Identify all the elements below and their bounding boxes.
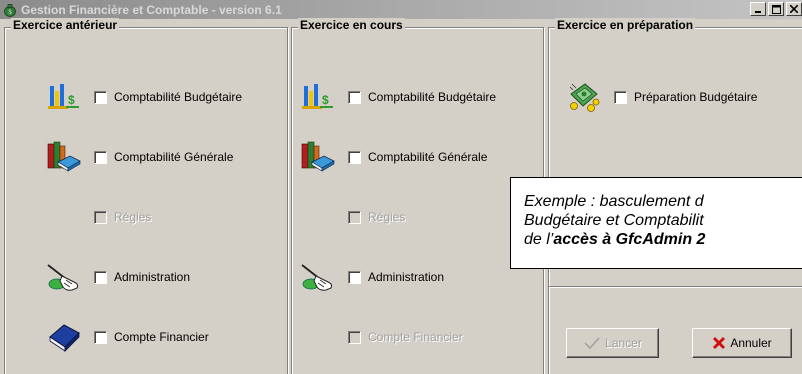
budget-chart-icon: $ xyxy=(296,77,340,117)
callout-line: Exemple : basculement d xyxy=(524,193,704,210)
option-label: Compte Financier xyxy=(114,330,209,344)
red-x-icon xyxy=(712,336,726,350)
callout-line: Budgétaire et Comptabilit xyxy=(524,212,704,229)
checkbox xyxy=(348,330,361,344)
svg-text:$: $ xyxy=(68,93,75,107)
option-label: Préparation Budgétaire xyxy=(634,90,758,104)
checkbox[interactable] xyxy=(348,270,361,284)
checkbox[interactable] xyxy=(94,330,107,344)
budget-chart-icon: $ xyxy=(42,77,86,117)
button-label: Annuler xyxy=(730,336,772,350)
option-label: Comptabilité Générale xyxy=(368,150,488,164)
books-icon xyxy=(42,137,86,177)
checkbox xyxy=(94,210,107,224)
option-administration[interactable]: Administration xyxy=(296,257,444,297)
option-label: Régies xyxy=(368,210,406,224)
option-label: Comptabilité Budgétaire xyxy=(114,90,243,104)
check-icon xyxy=(583,336,601,350)
separator xyxy=(549,286,802,288)
minimize-button[interactable] xyxy=(750,2,766,16)
launch-button: Lancer xyxy=(566,328,659,358)
maximize-button[interactable] xyxy=(768,2,784,16)
option-label: Compte Financier xyxy=(368,330,463,344)
checkbox[interactable] xyxy=(348,90,361,104)
option-regies: Régies xyxy=(42,197,151,237)
title-bar[interactable]: $ Gestion Financière et Comptable - vers… xyxy=(0,0,802,19)
pointing-hand-icon xyxy=(296,257,340,297)
svg-text:$: $ xyxy=(322,93,329,107)
option-label: Comptabilité Budgétaire xyxy=(368,90,497,104)
callout-line: de l’accès à GfcAdmin 2 xyxy=(524,230,802,249)
cancel-button[interactable]: Annuler xyxy=(692,328,792,358)
pointing-hand-icon xyxy=(42,257,86,297)
checkbox xyxy=(348,210,361,224)
blue-book-icon xyxy=(42,317,86,357)
option-compte-financier[interactable]: Compte Financier xyxy=(42,317,209,357)
button-label: Lancer xyxy=(605,336,642,350)
group-title: Exercice en cours xyxy=(298,18,405,32)
callout-bold-text: accès à GfcAdmin 2 xyxy=(553,231,706,248)
option-comptabilite-budgetaire[interactable]: $ Comptabilité Budgétaire xyxy=(296,77,496,117)
checkbox[interactable] xyxy=(614,90,627,104)
annotation-callout: Exemple : basculement d Budgétaire et Co… xyxy=(510,177,802,269)
option-compte-financier: Compte Financier xyxy=(296,317,463,357)
option-preparation-budgetaire[interactable]: Préparation Budgétaire xyxy=(562,77,757,117)
option-regies: Régies xyxy=(296,197,405,237)
option-label: Administration xyxy=(368,270,445,284)
option-administration[interactable]: Administration xyxy=(42,257,190,297)
close-icon xyxy=(790,5,798,13)
money-bag-icon: $ xyxy=(2,2,18,18)
books-icon xyxy=(296,137,340,177)
option-comptabilite-budgetaire[interactable]: $ Comptabilité Budgétaire xyxy=(42,77,242,117)
option-comptabilite-generale[interactable]: Comptabilité Générale xyxy=(42,137,233,177)
checkbox[interactable] xyxy=(348,150,361,164)
option-comptabilite-generale[interactable]: Comptabilité Générale xyxy=(296,137,487,177)
window-title: Gestion Financière et Comptable - versio… xyxy=(21,2,282,17)
callout-text: de l’ xyxy=(524,231,554,248)
option-label: Régies xyxy=(114,210,152,224)
group-title: Exercice antérieur xyxy=(11,18,120,32)
minimize-icon xyxy=(755,11,761,13)
close-button[interactable] xyxy=(786,2,802,16)
checkbox[interactable] xyxy=(94,150,107,164)
maximize-icon xyxy=(771,4,781,14)
group-title: Exercice en préparation xyxy=(555,18,696,32)
option-label: Comptabilité Générale xyxy=(114,150,234,164)
checkbox[interactable] xyxy=(94,270,107,284)
money-coins-icon xyxy=(562,77,606,117)
option-label: Administration xyxy=(114,270,191,284)
checkbox[interactable] xyxy=(94,90,107,104)
